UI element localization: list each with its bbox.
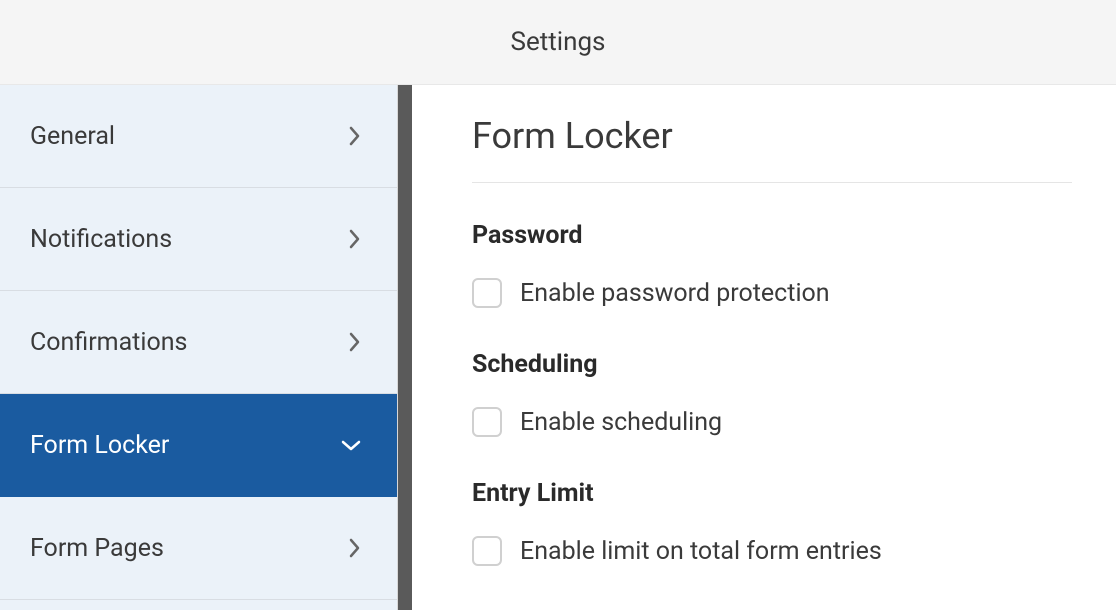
sidebar-item-general[interactable]: General	[0, 85, 397, 188]
section-heading-password: Password	[472, 221, 1116, 250]
chevron-right-icon	[349, 229, 361, 249]
sidebar-item-form-locker[interactable]: Form Locker	[0, 394, 397, 497]
sidebar: General Notifications Confirmations Form…	[0, 85, 398, 610]
vertical-divider	[398, 85, 412, 610]
checkbox-row-password: Enable password protection	[472, 278, 1116, 308]
sidebar-item-confirmations[interactable]: Confirmations	[0, 291, 397, 394]
content-panel: Form Locker Password Enable password pro…	[412, 85, 1116, 610]
checkbox-row-scheduling: Enable scheduling	[472, 407, 1116, 437]
checkbox-row-entry-limit: Enable limit on total form entries	[472, 536, 1116, 566]
sidebar-item-label: Confirmations	[30, 328, 187, 357]
sidebar-item-label: General	[30, 122, 115, 151]
sidebar-item-label: Form Locker	[30, 431, 169, 460]
sidebar-item-notifications[interactable]: Notifications	[0, 188, 397, 291]
section-heading-entry-limit: Entry Limit	[472, 479, 1116, 508]
checkbox-password-protection[interactable]	[472, 278, 502, 308]
header: Settings	[0, 0, 1116, 85]
checkbox-label: Enable password protection	[520, 279, 830, 308]
checkbox-entry-limit[interactable]	[472, 536, 502, 566]
chevron-right-icon	[349, 538, 361, 558]
checkbox-label: Enable limit on total form entries	[520, 537, 882, 566]
chevron-down-icon	[341, 440, 361, 452]
content-title: Form Locker	[472, 115, 1116, 157]
page-title: Settings	[511, 27, 606, 57]
main-container: General Notifications Confirmations Form…	[0, 85, 1116, 610]
checkbox-label: Enable scheduling	[520, 408, 722, 437]
content-divider	[472, 182, 1072, 183]
section-heading-scheduling: Scheduling	[472, 350, 1116, 379]
sidebar-item-label: Form Pages	[30, 534, 164, 563]
checkbox-enable-scheduling[interactable]	[472, 407, 502, 437]
chevron-right-icon	[349, 126, 361, 146]
chevron-right-icon	[349, 332, 361, 352]
sidebar-item-label: Notifications	[30, 225, 172, 254]
sidebar-item-form-pages[interactable]: Form Pages	[0, 497, 397, 600]
